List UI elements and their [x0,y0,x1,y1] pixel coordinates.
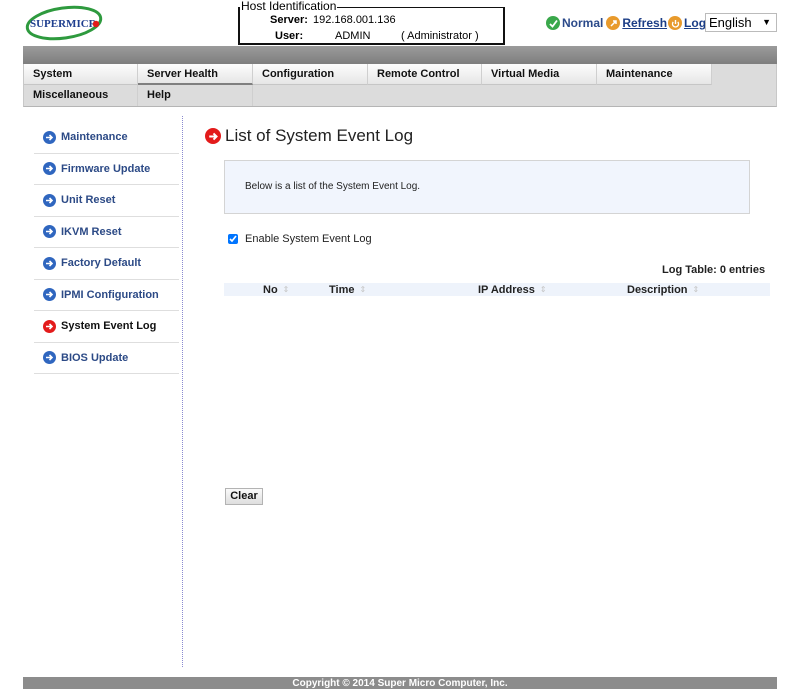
sidebar-item-system-event-log[interactable]: System Event Log [34,311,179,343]
nav-tab-configuration[interactable]: Configuration [253,64,368,85]
info-box: Below is a list of the System Event Log. [224,160,750,214]
arrow-right-circle-icon [43,351,56,365]
sidebar-item-label: System Event Log [61,320,157,333]
info-text: Below is a list of the System Event Log. [245,181,421,192]
nav-tab-maintenance[interactable]: Maintenance [597,64,712,85]
arrow-right-circle-icon [43,130,56,144]
arrow-right-circle-icon [43,288,56,302]
nav-tab-remote-control[interactable]: Remote Control [368,64,482,85]
column-label: No [263,284,278,296]
refresh-icon[interactable] [606,16,621,30]
sidebar-divider [182,116,183,667]
logout-icon[interactable] [668,16,683,30]
sidebar-item-firmware-update[interactable]: Firmware Update [34,154,179,185]
page-title: List of System Event Log [205,126,413,146]
host-identification-legend: Host Identification [240,0,338,13]
log-table-header: No ⇕ Time ⇕ IP Address ⇕ Description ⇕ [224,283,770,296]
refresh-link[interactable]: Refresh [622,16,667,30]
column-label: IP Address [478,284,535,296]
sidebar: Maintenance Firmware Update Unit Reset I… [34,122,179,374]
header-status-area: Normal Refresh Logout [546,14,725,32]
server-value: 192.168.001.136 [313,14,396,26]
supermicro-logo: SUPERMICR [24,4,108,42]
user-role: ( Administrator ) [401,30,479,42]
sidebar-item-maintenance[interactable]: Maintenance [34,122,179,154]
arrow-right-circle-icon [43,162,56,176]
sidebar-item-bios-update[interactable]: BIOS Update [34,343,179,374]
svg-text:SUPERMICR: SUPERMICR [30,18,98,30]
enable-sel-checkbox[interactable] [228,234,238,244]
sidebar-item-label: Maintenance [61,131,128,144]
dropdown-arrow-icon: ▼ [762,17,771,27]
column-header-no[interactable]: No ⇕ [263,283,289,297]
user-label: User: [275,30,304,42]
sidebar-item-label: BIOS Update [61,351,129,364]
column-header-description[interactable]: Description ⇕ [627,283,699,297]
nav-tab-system[interactable]: System [24,64,138,85]
nav-tab-server-health[interactable]: Server Health [138,64,253,85]
page-title-text: List of System Event Log [225,126,414,145]
arrow-right-circle-icon [43,225,56,239]
sidebar-item-label: Firmware Update [61,162,151,175]
user-value: ADMIN [335,30,371,42]
server-label: Server: [270,14,308,26]
arrow-right-circle-icon [43,256,56,270]
sort-icon: ⇕ [692,285,700,294]
column-header-time[interactable]: Time ⇕ [329,283,366,297]
sort-icon: ⇕ [282,285,290,294]
system-status-label: Normal [562,16,604,30]
enable-sel-row: Enable System Event Log [228,233,372,245]
nav-tab-miscellaneous[interactable]: Miscellaneous [24,85,138,106]
sidebar-item-unit-reset[interactable]: Unit Reset [34,185,179,217]
sidebar-item-label: Factory Default [61,257,142,270]
nav-header-strip [23,46,777,64]
column-label: Time [329,284,355,296]
arrow-right-circle-icon [205,128,221,144]
language-selected: English [709,15,752,30]
arrow-right-circle-icon [43,193,56,207]
sort-icon: ⇕ [359,285,367,294]
check-icon [546,16,560,30]
language-select[interactable]: English ▼ [705,13,777,32]
sidebar-item-ikvm-reset[interactable]: IKVM Reset [34,217,179,248]
sidebar-item-ipmi-configuration[interactable]: IPMI Configuration [34,280,179,311]
nav-tab-virtual-media[interactable]: Virtual Media [482,64,597,85]
column-label: Description [627,284,688,296]
sidebar-item-label: Unit Reset [61,194,116,207]
sidebar-item-label: IKVM Reset [61,225,122,238]
clear-button[interactable]: Clear [225,488,263,505]
log-table-count: Log Table: 0 entries [662,264,766,276]
footer-copyright: Copyright © 2014 Super Micro Computer, I… [23,677,777,689]
main-nav: System Server Health Configuration Remot… [23,64,777,107]
nav-tab-help[interactable]: Help [138,85,253,106]
arrow-right-circle-icon [43,319,56,333]
column-header-ip-address[interactable]: IP Address ⇕ [478,283,547,297]
enable-sel-label: Enable System Event Log [245,233,372,245]
sort-icon: ⇕ [539,285,547,294]
sidebar-item-label: IPMI Configuration [61,288,159,301]
sidebar-item-factory-default[interactable]: Factory Default [34,248,179,280]
